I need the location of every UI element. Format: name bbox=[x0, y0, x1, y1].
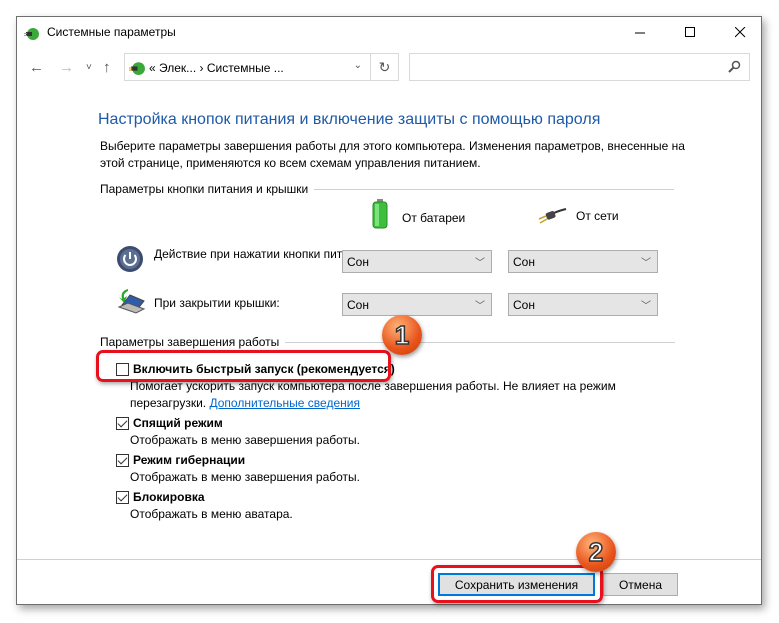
lid-close-plugged-select[interactable]: Сон ﹀ bbox=[508, 293, 658, 316]
minimize-icon bbox=[634, 32, 645, 33]
power-options-icon bbox=[129, 62, 145, 75]
search-icon bbox=[728, 60, 741, 73]
divider bbox=[285, 341, 676, 343]
fast-startup-description: Помогает ускорить запуск компьютера посл… bbox=[130, 378, 616, 412]
window-title: Системные параметры bbox=[47, 25, 176, 39]
maximize-icon bbox=[684, 26, 695, 37]
address-bar[interactable]: « Элек... › Системные ... ⌄ bbox=[124, 53, 371, 81]
select-value: Сон bbox=[513, 298, 535, 312]
cancel-button[interactable]: Отмена bbox=[603, 573, 678, 596]
power-options-icon bbox=[24, 28, 39, 40]
lock-label[interactable]: Блокировка bbox=[133, 490, 205, 504]
title-bar[interactable]: Системные параметры bbox=[17, 17, 761, 47]
select-value: Сон bbox=[347, 298, 369, 312]
battery-icon bbox=[372, 199, 388, 229]
highlight-save-button bbox=[431, 565, 603, 603]
power-buttons-group-header: Параметры кнопки питания и крышки bbox=[100, 182, 675, 196]
power-button-icon bbox=[117, 246, 143, 272]
close-button[interactable] bbox=[717, 17, 763, 47]
divider bbox=[314, 188, 675, 190]
power-plug-icon bbox=[538, 208, 567, 224]
hibernate-description: Отображать в меню завершения работы. bbox=[130, 470, 361, 484]
search-input[interactable] bbox=[409, 53, 750, 81]
description-line-2: перезагрузки. Дополнительные сведения bbox=[130, 395, 616, 412]
breadcrumb[interactable]: « Элек... › Системные ... bbox=[149, 61, 284, 75]
lid-close-battery-select[interactable]: Сон ﹀ bbox=[342, 293, 492, 316]
group-label: Параметры завершения работы bbox=[100, 335, 280, 349]
power-button-plugged-select[interactable]: Сон ﹀ bbox=[508, 250, 658, 273]
page-description: Выберите параметры завершения работы для… bbox=[100, 139, 685, 170]
recent-locations-button[interactable]: ˅ bbox=[86, 62, 92, 73]
hibernate-checkbox[interactable] bbox=[116, 454, 129, 467]
page-title: Настройка кнопок питания и включение защ… bbox=[98, 111, 601, 128]
back-button[interactable]: ← bbox=[29, 59, 44, 76]
column-label: От батареи bbox=[402, 211, 466, 225]
highlight-fast-startup bbox=[96, 350, 391, 382]
lock-description: Отображать в меню аватара. bbox=[130, 507, 293, 521]
power-button-action-label: Действие при нажатии кнопки питания: bbox=[154, 247, 373, 261]
group-label: Параметры кнопки питания и крышки bbox=[100, 182, 309, 196]
column-label: От сети bbox=[576, 209, 619, 223]
sleep-description: Отображать в меню завершения работы. bbox=[130, 433, 361, 447]
step-badge-2: 2 bbox=[576, 532, 616, 572]
hibernate-label[interactable]: Режим гибернации bbox=[133, 453, 245, 467]
laptop-lid-icon bbox=[117, 289, 146, 314]
chevron-down-icon: ﹀ bbox=[641, 301, 651, 312]
lid-close-label: При закрытии крышки: bbox=[154, 296, 280, 310]
more-info-link[interactable]: Дополнительные сведения bbox=[209, 396, 359, 410]
up-button[interactable]: ↑ bbox=[103, 59, 111, 76]
step-badge-1: 1 bbox=[382, 315, 422, 355]
refresh-icon: ↻ bbox=[378, 58, 391, 75]
chevron-down-icon: ﹀ bbox=[475, 301, 485, 312]
sleep-label[interactable]: Спящий режим bbox=[133, 416, 223, 430]
forward-button[interactable]: → bbox=[59, 59, 74, 76]
chevron-down-icon: ﹀ bbox=[475, 258, 485, 269]
maximize-button[interactable] bbox=[667, 17, 713, 47]
select-value: Сон bbox=[347, 255, 369, 269]
description-text: перезагрузки. bbox=[130, 396, 207, 410]
footer-divider bbox=[17, 559, 761, 560]
system-settings-window: Системные параметры ← → ˅ ↑ « Элек... › … bbox=[16, 16, 762, 605]
refresh-button[interactable]: ↻ bbox=[371, 53, 399, 81]
close-icon bbox=[734, 26, 745, 37]
chevron-down-icon: ﹀ bbox=[641, 258, 651, 269]
power-button-battery-select[interactable]: Сон ﹀ bbox=[342, 250, 492, 273]
battery-column-header: От батареи bbox=[372, 199, 466, 229]
address-dropdown-icon[interactable]: ⌄ bbox=[354, 60, 362, 71]
navigation-bar: ← → ˅ ↑ « Элек... › Системные ... ⌄ ↻ bbox=[17, 53, 761, 83]
plugged-in-column-header: От сети bbox=[538, 207, 619, 225]
minimize-button[interactable] bbox=[617, 17, 663, 47]
select-value: Сон bbox=[513, 255, 535, 269]
sleep-checkbox[interactable] bbox=[116, 417, 129, 430]
lock-checkbox[interactable] bbox=[116, 491, 129, 504]
